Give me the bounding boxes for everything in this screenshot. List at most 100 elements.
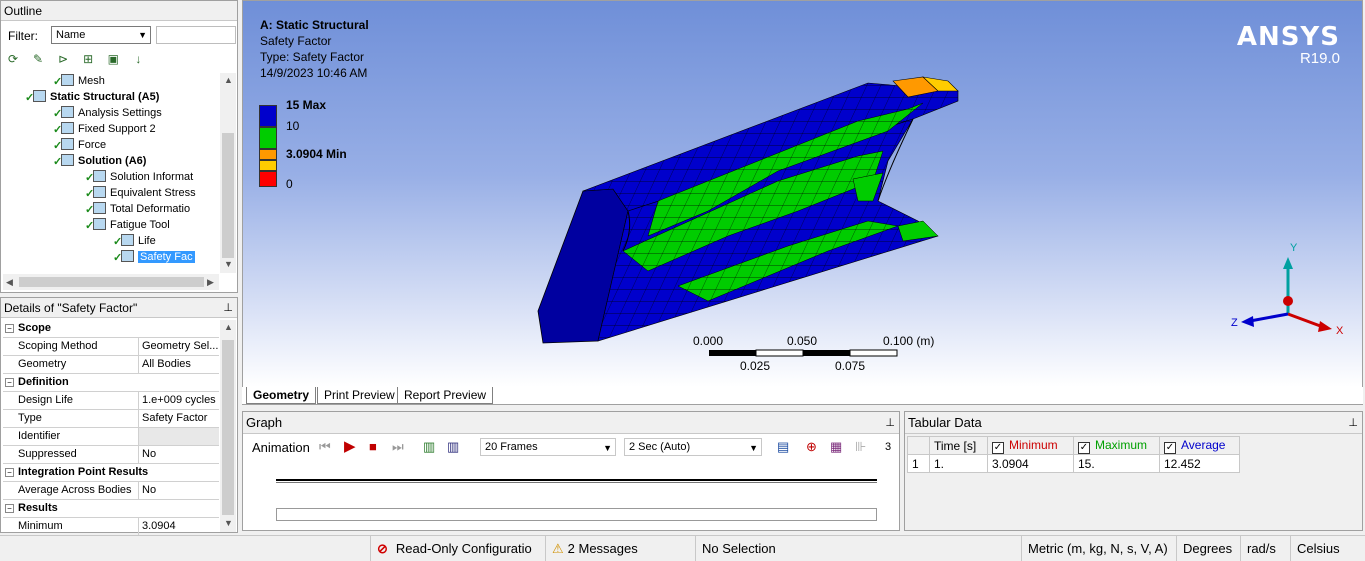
tree-item[interactable]: Mesh	[61, 73, 105, 89]
chevron-down-icon: ▼	[603, 443, 612, 453]
collapse-icon[interactable]: −	[5, 324, 14, 333]
scroll-up-icon[interactable]: ▲	[224, 75, 233, 85]
play-icon[interactable]: ▶	[344, 439, 356, 455]
sort-az-icon[interactable]: ↓	[129, 50, 147, 68]
chart-icon[interactable]: ⊪	[855, 439, 866, 455]
checkbox-minimum[interactable]: ✓	[992, 441, 1004, 454]
scroll-down-icon[interactable]: ▼	[224, 518, 233, 528]
next-frame-icon[interactable]: ⏭	[392, 439, 404, 455]
distributed-frames-icon[interactable]: ▥	[423, 439, 435, 455]
tree-item[interactable]: Equivalent Stress	[93, 185, 196, 201]
scrollbar-thumb[interactable]	[19, 277, 204, 287]
details-row[interactable]: Geometry All Bodies	[3, 356, 219, 374]
zoom-icon[interactable]: ⊕	[806, 439, 817, 455]
stop-icon[interactable]: ■	[369, 439, 377, 455]
axis-z-label: Z	[1231, 317, 1238, 329]
temperature-unit-status[interactable]: Celsius	[1290, 536, 1365, 561]
details-value[interactable]: No	[138, 446, 219, 463]
tree-item[interactable]: Analysis Settings	[61, 105, 162, 121]
scrollbar-thumb[interactable]	[222, 133, 234, 258]
scroll-right-icon[interactable]: ▶	[207, 277, 214, 288]
readonly-status[interactable]: ⊘ Read-Only Configuratio	[370, 536, 545, 561]
duration-dropdown[interactable]: 2 Sec (Auto) ▼	[624, 438, 762, 456]
legend-swatch-min	[259, 149, 277, 160]
collapse-icon[interactable]: −	[5, 468, 14, 477]
details-row[interactable]: Design Life 1.e+009 cycles	[3, 392, 219, 410]
coordinate-triad[interactable]: Y X Z	[1228, 239, 1358, 339]
frames-dropdown[interactable]: 20 Frames ▼	[480, 438, 616, 456]
details-row[interactable]: Average Across Bodies No	[3, 482, 219, 500]
details-group[interactable]: − Definition	[3, 374, 219, 392]
details-key: Type	[18, 412, 42, 424]
tree-horizontal-scrollbar[interactable]: ◀ ▶	[3, 274, 219, 290]
tree-collapse-icon[interactable]: ⊳	[54, 50, 72, 68]
result-frames-icon[interactable]: ▥	[447, 439, 459, 455]
scroll-up-icon[interactable]: ▲	[224, 322, 233, 332]
column-header-average[interactable]: ✓ Average	[1159, 436, 1240, 455]
details-group[interactable]: − Results	[3, 500, 219, 518]
details-vertical-scrollbar[interactable]: ▲ ▼	[220, 320, 236, 532]
expand-icon[interactable]: ⊞	[79, 50, 97, 68]
pin-icon[interactable]: ⊥	[885, 412, 895, 434]
tab-report-preview[interactable]: Report Preview	[397, 387, 494, 404]
axis-y-label: Y	[1290, 242, 1298, 254]
details-value[interactable]: Geometry Sel...	[138, 338, 219, 355]
checkbox-average[interactable]: ✓	[1164, 441, 1176, 454]
graph-timeline-box[interactable]	[276, 508, 877, 521]
export-video-icon[interactable]: ▤	[777, 439, 789, 455]
details-row[interactable]: Type Safety Factor	[3, 410, 219, 428]
tree-item[interactable]: Total Deformatio	[93, 201, 190, 217]
refresh-icon[interactable]: ⟳	[4, 50, 22, 68]
folder-icon[interactable]: ▣	[104, 50, 122, 68]
tree-vertical-scrollbar[interactable]: ▲ ▼	[220, 73, 236, 273]
details-row[interactable]: Minimum 3.0904	[3, 518, 219, 536]
tree-item[interactable]: Fatigue Tool	[93, 217, 170, 233]
pen-icon[interactable]: ✎	[29, 50, 47, 68]
scroll-down-icon[interactable]: ▼	[224, 259, 233, 269]
graph-options-icon[interactable]: ▦	[830, 439, 842, 455]
rate-unit-status[interactable]: rad/s	[1240, 536, 1290, 561]
table-row[interactable]: 1 1. 3.0904 15. 12.452	[907, 454, 1240, 473]
details-row[interactable]: Scoping Method Geometry Sel...	[3, 338, 219, 356]
graphics-viewport[interactable]: A: Static Structural Safety Factor Type:…	[242, 0, 1363, 388]
scale-label: 0.100 (m)	[883, 334, 935, 348]
column-header-minimum[interactable]: ✓ Minimum	[987, 436, 1074, 455]
table-cell: 1.	[929, 454, 988, 473]
details-row[interactable]: Suppressed No	[3, 446, 219, 464]
details-value[interactable]	[138, 428, 219, 445]
collapse-icon[interactable]: −	[5, 378, 14, 387]
details-value[interactable]: No	[138, 482, 219, 499]
pin-icon[interactable]: ⊥	[1348, 412, 1358, 434]
collapse-icon[interactable]: −	[5, 504, 14, 513]
tab-geometry[interactable]: Geometry	[246, 387, 317, 404]
angle-unit-status[interactable]: Degrees	[1176, 536, 1240, 561]
tree-item-label: Fatigue Tool	[110, 219, 170, 231]
details-row[interactable]: Identifier	[3, 428, 219, 446]
tree-item[interactable]: Static Structural (A5)	[33, 89, 159, 105]
tree-item[interactable]: Solution Informat	[93, 169, 193, 185]
tab-print-preview[interactable]: Print Preview	[317, 387, 402, 404]
unit-system-status[interactable]: Metric (m, kg, N, s, V, A)	[1021, 536, 1176, 561]
details-group[interactable]: − Integration Point Results	[3, 464, 219, 482]
filter-text-input[interactable]	[156, 26, 236, 44]
scrollbar-thumb[interactable]	[222, 340, 234, 515]
tree-item[interactable]: Solution (A6)	[61, 153, 146, 169]
column-header-time[interactable]: Time [s]	[929, 436, 988, 455]
filter-dropdown[interactable]: Name ▼	[51, 26, 151, 44]
tree-item[interactable]: Life	[121, 233, 156, 249]
details-group[interactable]: − Scope	[3, 320, 219, 338]
tree-item[interactable]: Safety Fac	[121, 249, 195, 265]
previous-frame-icon[interactable]: ⏮	[319, 439, 331, 455]
details-value[interactable]: 1.e+009 cycles	[138, 392, 219, 409]
scroll-left-icon[interactable]: ◀	[6, 277, 13, 288]
messages-status[interactable]: ⚠ 2 Messages	[545, 536, 695, 561]
details-value[interactable]: 3.0904	[138, 518, 219, 535]
column-header-maximum[interactable]: ✓ Maximum	[1073, 436, 1160, 455]
fatigue-model-render[interactable]	[528, 61, 988, 361]
tree-item[interactable]: Force	[61, 137, 106, 153]
details-value[interactable]: Safety Factor	[138, 410, 219, 427]
checkbox-maximum[interactable]: ✓	[1078, 441, 1090, 454]
tree-item[interactable]: Fixed Support 2	[61, 121, 156, 137]
details-value[interactable]: All Bodies	[138, 356, 219, 373]
pin-icon[interactable]: ⊥	[223, 298, 233, 318]
